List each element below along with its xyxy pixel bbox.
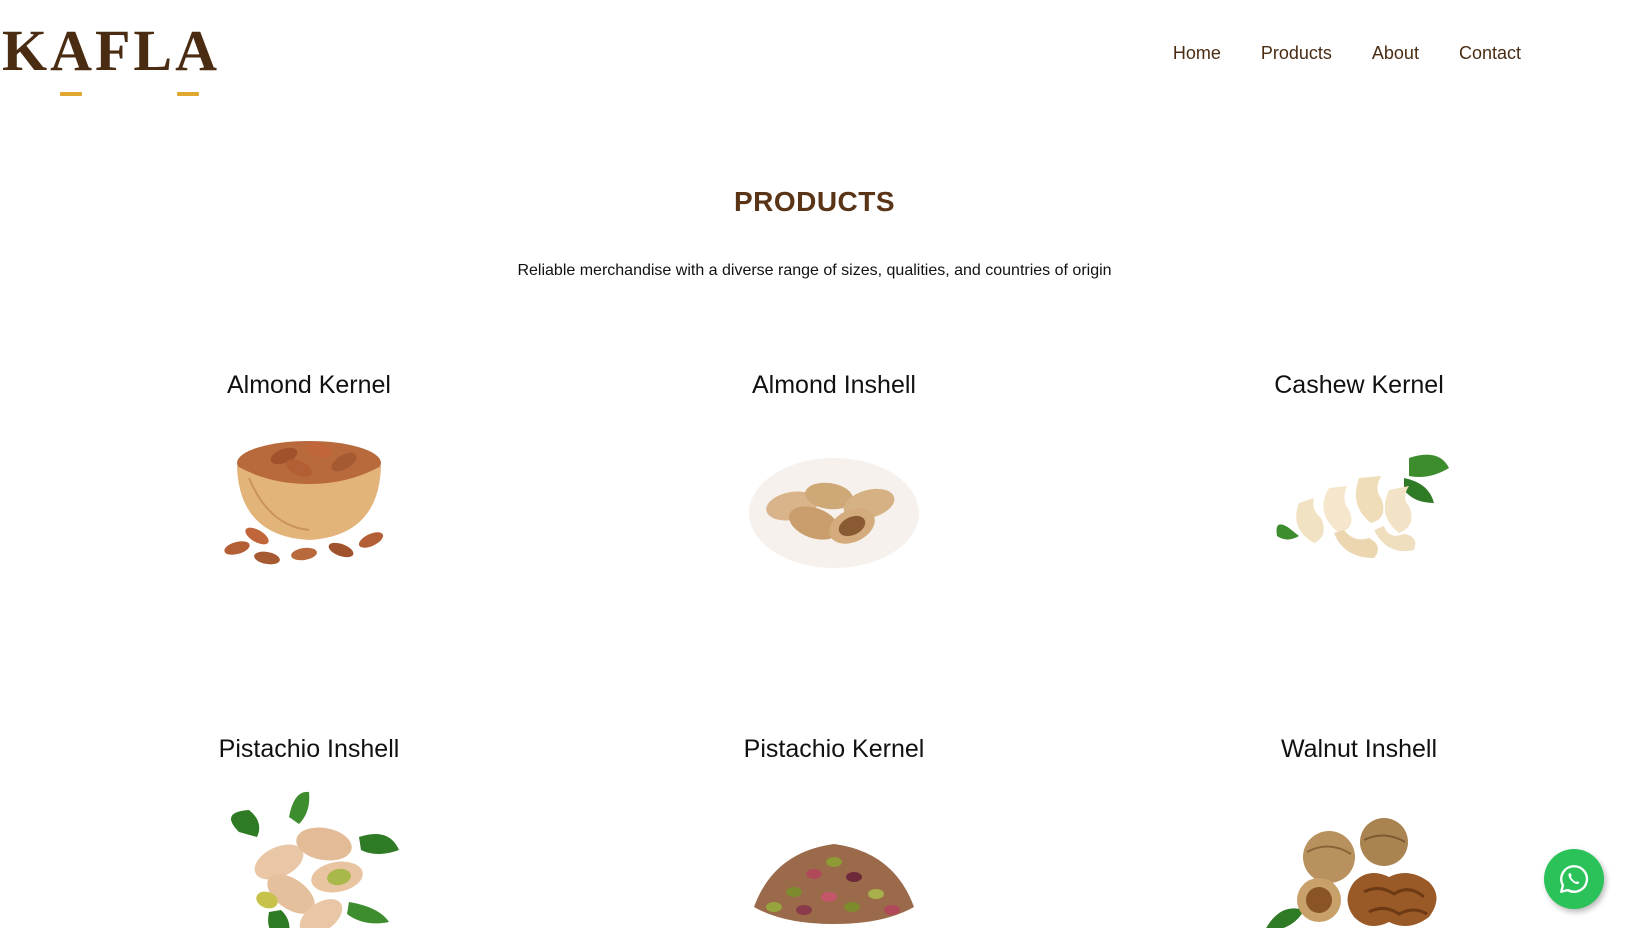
logo-accent-mark xyxy=(60,92,82,96)
page-title: PRODUCTS xyxy=(733,186,896,217)
brand-logo-text: KAFLA xyxy=(2,18,220,83)
main-nav: Home Products About Contact xyxy=(1173,42,1521,64)
walnut-inshell-image[interactable] xyxy=(1259,782,1459,928)
product-card[interactable]: Pistachio Inshell xyxy=(89,734,529,928)
nav-home-link[interactable]: Home xyxy=(1173,42,1221,64)
whatsapp-button[interactable] xyxy=(1544,849,1604,909)
product-title[interactable]: Walnut Inshell xyxy=(1139,734,1579,764)
brand-logo[interactable]: KAFLA xyxy=(2,22,217,96)
nav-products-link[interactable]: Products xyxy=(1261,42,1332,64)
cashew-kernel-image[interactable] xyxy=(1259,418,1459,578)
product-card[interactable]: Pistachio Kernel xyxy=(614,734,1054,928)
product-title[interactable]: Almond Kernel xyxy=(89,370,529,400)
whatsapp-icon xyxy=(1560,865,1589,893)
product-title[interactable]: Pistachio Kernel xyxy=(614,734,1054,764)
pistachio-kernel-image[interactable] xyxy=(734,782,934,928)
product-card[interactable]: Almond Kernel xyxy=(89,370,529,578)
pistachio-inshell-image[interactable] xyxy=(209,782,409,928)
product-title[interactable]: Cashew Kernel xyxy=(1139,370,1579,400)
product-card[interactable]: Walnut Inshell xyxy=(1139,734,1579,928)
product-card[interactable]: Cashew Kernel xyxy=(1139,370,1579,578)
product-card[interactable]: Almond Inshell xyxy=(614,370,1054,578)
almond-inshell-image[interactable] xyxy=(734,418,934,578)
product-title[interactable]: Almond Inshell xyxy=(614,370,1054,400)
logo-accent-mark xyxy=(177,92,199,96)
nav-contact-link[interactable]: Contact xyxy=(1459,42,1521,64)
almond-kernel-bowl-image[interactable] xyxy=(209,418,409,578)
product-title[interactable]: Pistachio Inshell xyxy=(89,734,529,764)
nav-about-link[interactable]: About xyxy=(1372,42,1419,64)
page-subtitle: Reliable merchandise with a diverse rang… xyxy=(517,262,1112,279)
